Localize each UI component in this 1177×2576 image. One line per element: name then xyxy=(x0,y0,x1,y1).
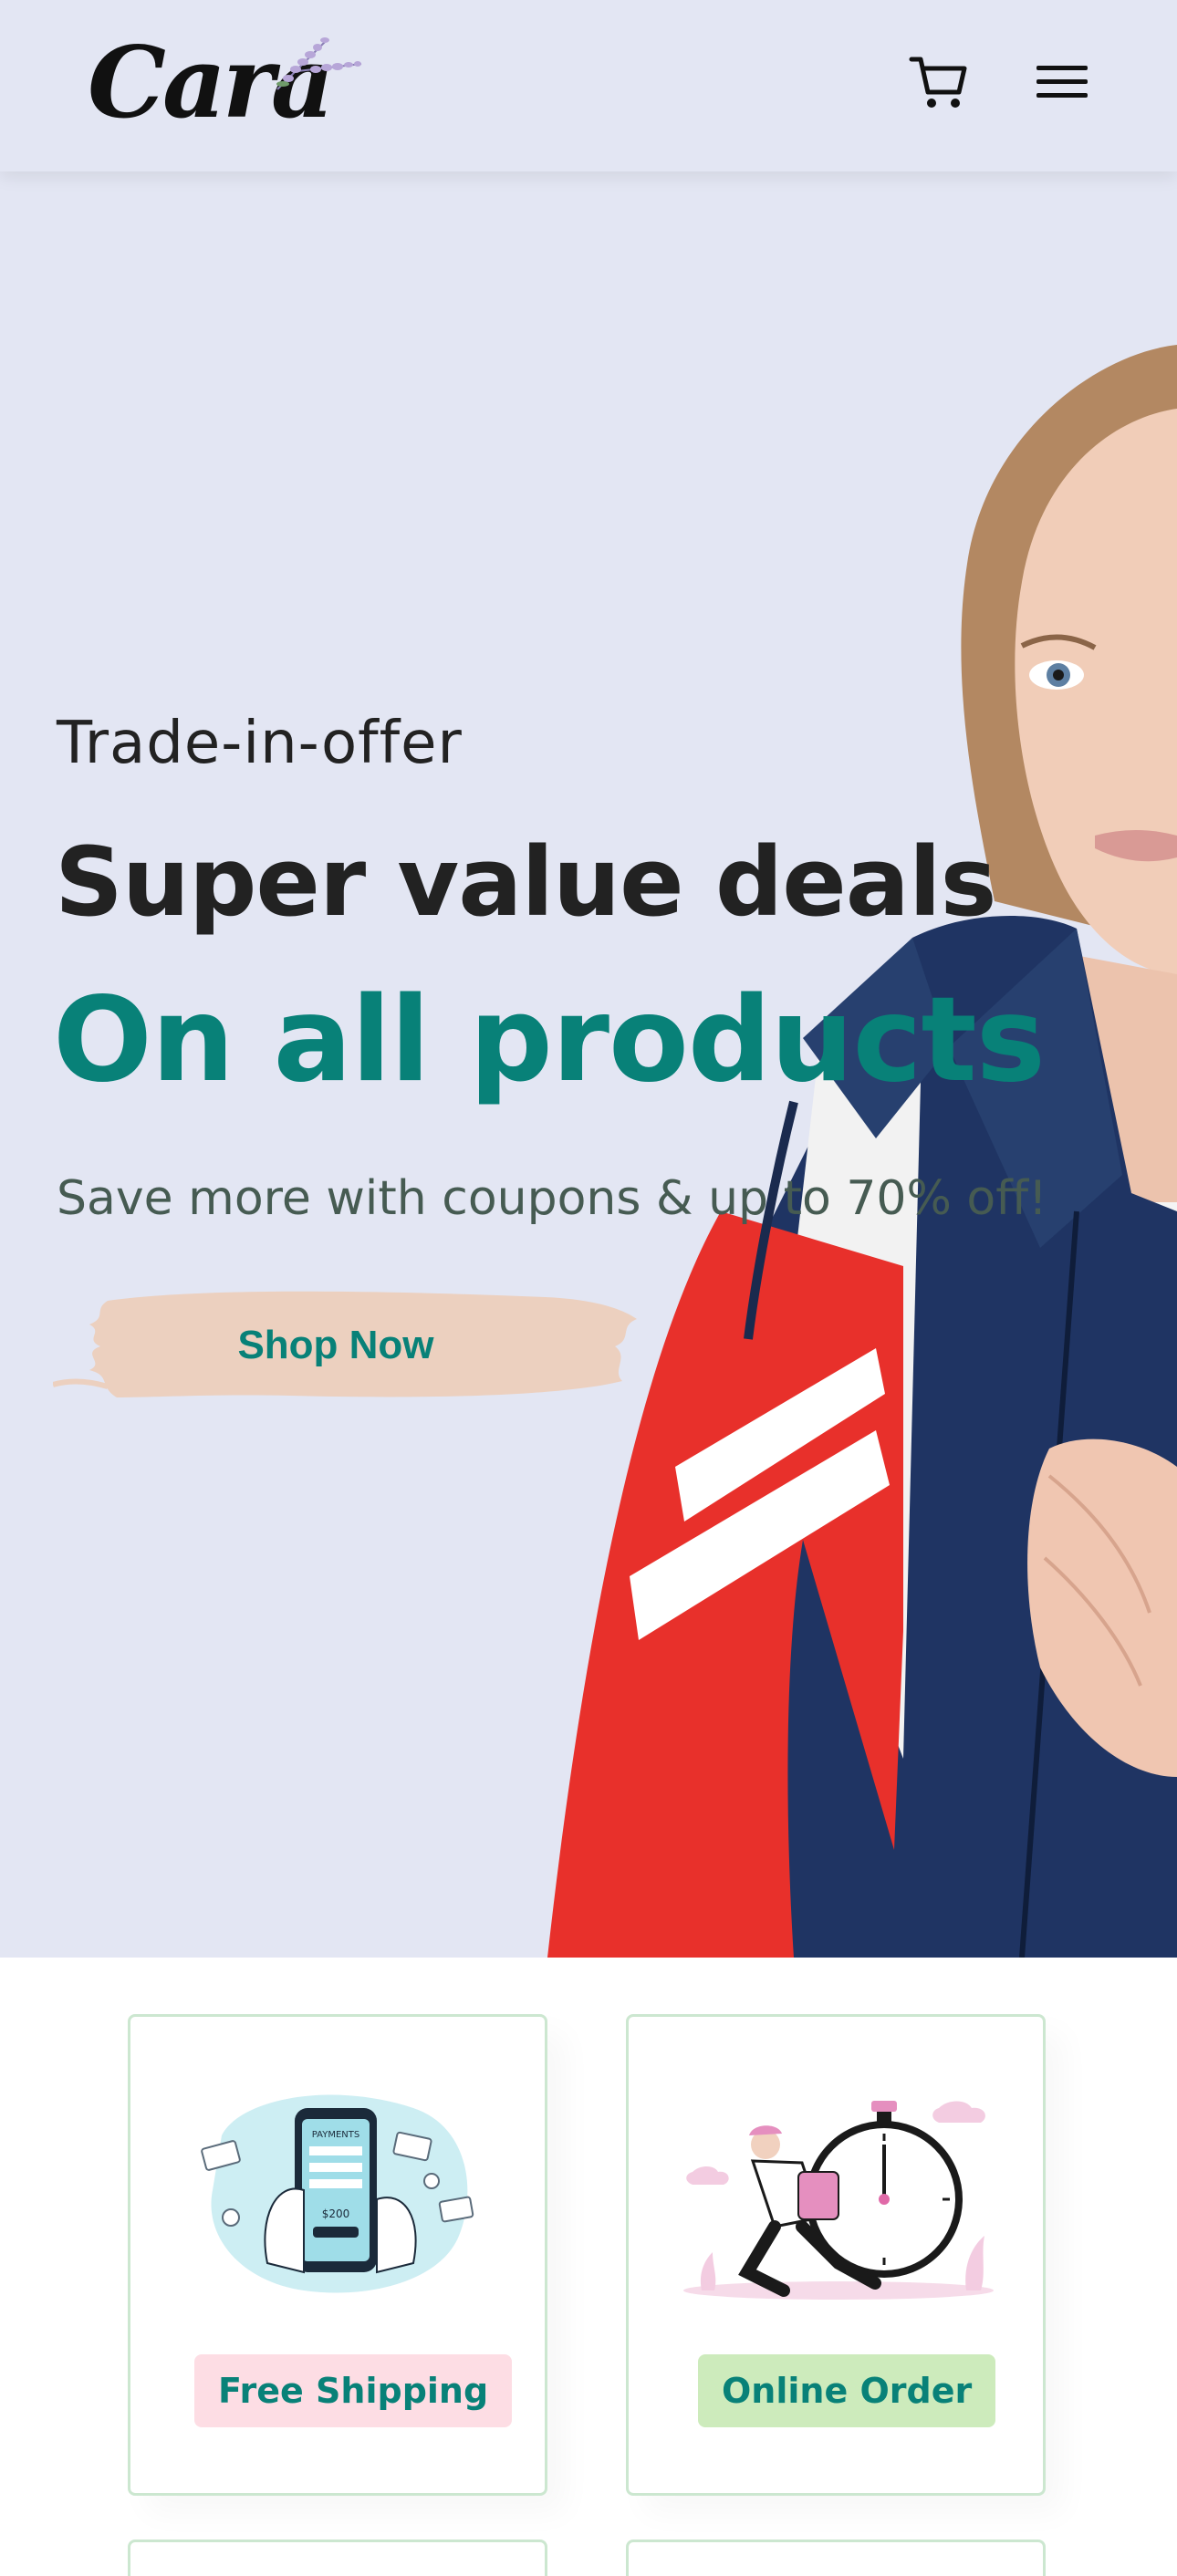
feature-card-free-shipping: PAYMENTS $200 Free Shipping xyxy=(128,2014,547,2496)
site-logo[interactable]: Cara xyxy=(88,24,362,142)
site-header: Cara xyxy=(0,0,1177,171)
cart-icon xyxy=(909,57,967,108)
features-section: PAYMENTS $200 Free Shipping Online Order xyxy=(0,1958,1177,2550)
feature-label-free-shipping: Free Shipping xyxy=(194,2354,513,2427)
hero-headline: Super value deals xyxy=(55,826,997,938)
mobile-payment-illustration: PAYMENTS $200 xyxy=(201,2094,474,2293)
shop-now-label: Shop Now xyxy=(237,1323,434,1367)
lavender-sprig-icon xyxy=(276,37,362,90)
feature-card-partial xyxy=(626,2540,1046,2576)
cart-button[interactable] xyxy=(908,50,972,114)
shop-now-button[interactable]: Shop Now xyxy=(53,1279,646,1412)
hero-highlight: On all products xyxy=(53,972,1046,1108)
feature-label-online-order: Online Order xyxy=(698,2354,996,2427)
hamburger-menu-icon xyxy=(1036,66,1088,98)
menu-button[interactable] xyxy=(1031,55,1095,109)
hero-eyebrow: Trade-in-offer xyxy=(57,710,463,777)
svg-text:$200: $200 xyxy=(322,2207,350,2220)
feature-card-online-order: Online Order xyxy=(626,2014,1046,2496)
feature-card-partial xyxy=(128,2540,547,2576)
svg-text:PAYMENTS: PAYMENTS xyxy=(312,2130,359,2140)
delivery-runner-clock-illustration xyxy=(683,2101,994,2300)
hero-section: Trade-in-offer Super value deals On all … xyxy=(0,171,1177,1958)
hero-subtext: Save more with coupons & up to 70% off! xyxy=(57,1171,1047,1226)
